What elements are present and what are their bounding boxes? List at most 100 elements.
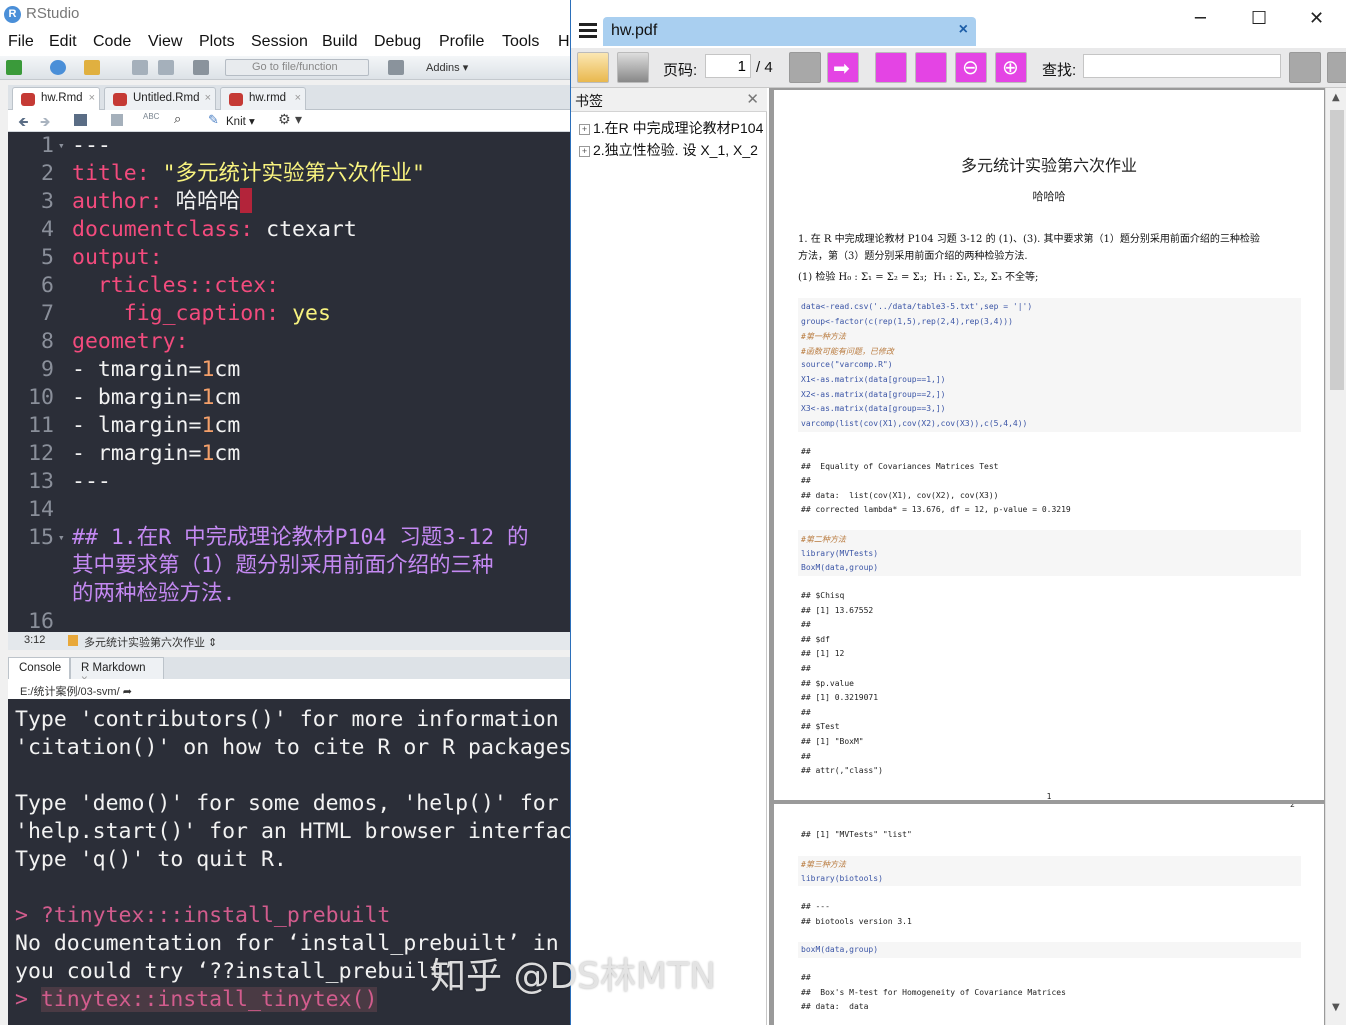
code-line[interactable]: 2 title: "多元统计实验第六次作业" <box>8 160 572 188</box>
zoom-out-icon[interactable]: ⊖ <box>955 52 987 83</box>
goto-dir-icon[interactable]: ➦ <box>123 686 132 698</box>
find-label: 查找: <box>1042 62 1077 79</box>
code-line[interactable]: 9 - tmargin=1cm <box>8 356 572 384</box>
tab-untitled-rmd[interactable]: Untitled.Rmd × <box>104 87 216 110</box>
tab-close-icon[interactable]: × <box>89 92 95 104</box>
print-icon[interactable] <box>617 52 649 83</box>
bookmark-item[interactable]: +1.在R 中完成理论教材P104 习题3-12 <box>579 118 765 138</box>
find-input[interactable] <box>1083 54 1281 78</box>
search-icon[interactable]: ⌕ <box>174 112 181 127</box>
code-line[interactable]: 16 <box>8 608 572 632</box>
menu-help[interactable]: H <box>558 33 570 51</box>
doc-title: 多元统计实验第六次作业 <box>960 156 1137 175</box>
spellcheck-icon[interactable]: ABC <box>143 112 159 121</box>
pdf-page-2: 2 ## [1] "MVTests" "list" #第三种方法 library(b… <box>774 804 1324 1025</box>
tab-hw-pdf[interactable]: hw.pdf × <box>603 17 976 46</box>
menu-debug[interactable]: Debug <box>374 33 421 51</box>
menu-plots[interactable]: Plots <box>199 33 235 51</box>
doc-author: 哈哈哈 <box>1032 190 1066 203</box>
show-in-window-icon[interactable] <box>74 114 87 126</box>
save-all-icon[interactable] <box>158 60 174 75</box>
line-number: 12 <box>28 441 54 466</box>
maximize-button[interactable]: ☐ <box>1251 8 1267 29</box>
scroll-up-icon[interactable]: ▲ <box>1332 92 1340 103</box>
knit-button[interactable]: Knit ▾ <box>226 114 255 128</box>
open-document-icon[interactable] <box>577 52 609 83</box>
code-line[interactable]: 14 <box>8 496 572 524</box>
code-line[interactable]: 7 fig_caption: yes <box>8 300 572 328</box>
code-line[interactable]: 15 ▾ ## 1.在R 中完成理论教材P104 习题3-12 的 <box>8 524 572 552</box>
code-line[interactable]: 的两种检验方法. <box>8 580 572 608</box>
console-line: 'help.start()' for an HTML browser inter… <box>15 818 572 846</box>
find-previous-icon[interactable] <box>1289 52 1321 83</box>
zoom-in-icon[interactable]: ⊕ <box>995 52 1027 83</box>
new-file-icon[interactable] <box>6 60 22 75</box>
fit-width-icon[interactable] <box>875 52 907 83</box>
code-line[interactable]: 6 rticles::ctex: <box>8 272 572 300</box>
code-token: cm <box>214 385 241 410</box>
code-line[interactable]: 10 - bmargin=1cm <box>8 384 572 412</box>
console-line: Type 'contributors()' for more informati… <box>15 706 559 734</box>
output-line: ## [1] 12 <box>801 649 845 659</box>
save-icon[interactable] <box>111 114 123 126</box>
code-line[interactable]: 13 --- <box>8 468 572 496</box>
code-line[interactable]: 5 output: <box>8 244 572 272</box>
next-page-icon[interactable]: ➡ <box>827 52 859 83</box>
tab-r-markdown[interactable]: R Markdown × <box>70 657 164 686</box>
fit-page-icon[interactable] <box>915 52 947 83</box>
expand-icon[interactable]: + <box>579 124 590 135</box>
addins-button[interactable]: Addins ▾ <box>426 61 468 74</box>
menu-session[interactable]: Session <box>251 33 308 51</box>
rstudio-window: R RStudio File Edit Code View Plots Sess… <box>0 0 572 1025</box>
knit-icon[interactable]: ✎ <box>208 113 219 128</box>
tab-hw-rmd-lower[interactable]: hw.rmd × <box>220 87 306 110</box>
code-line[interactable]: 11 - lmargin=1cm <box>8 412 572 440</box>
vertical-scrollbar[interactable]: ▲ ▼ <box>1325 88 1346 1025</box>
hamburger-menu-icon[interactable] <box>579 23 597 38</box>
code-text: rticles::ctex: <box>72 272 279 300</box>
code-line[interactable]: 12 - rmargin=1cm <box>8 440 572 468</box>
code-line[interactable]: 其中要求第（1）题分别采用前面介绍的三种 <box>8 552 572 580</box>
document-view[interactable]: 多元统计实验第六次作业 哈哈哈 1. 在 R 中完成理论教材 P104 习题 3… <box>769 88 1325 1025</box>
code-line[interactable]: 8 geometry: <box>8 328 572 356</box>
scrollbar-thumb[interactable] <box>1330 110 1344 390</box>
bookmark-item[interactable]: +2.独立性检验. 设 X_1, X_2 <box>579 140 765 160</box>
code-editor[interactable]: 1 ▾ --- 2 title: "多元统计实验第六次作业" 3 author: 哈哈哈 4 d… <box>8 132 572 632</box>
open-file-icon[interactable] <box>84 60 100 75</box>
expand-icon[interactable]: + <box>579 146 590 157</box>
tab-close-icon[interactable]: × <box>205 92 211 104</box>
tab-close-icon[interactable]: × <box>959 21 968 39</box>
menu-code[interactable]: Code <box>93 33 131 51</box>
menu-build[interactable]: Build <box>322 33 358 51</box>
minimize-button[interactable]: ─ <box>1195 8 1206 29</box>
close-button[interactable]: ✕ <box>1309 8 1324 29</box>
tab-hw-rmd[interactable]: hw.Rmd × <box>12 87 100 110</box>
output-line: ## [1] "BoxM" <box>801 737 864 746</box>
section-selector[interactable]: 多元统计实验第六次作业 ⇕ <box>84 634 217 650</box>
tab-close-icon[interactable]: × <box>295 92 301 104</box>
goto-file-input[interactable]: Go to file/function <box>225 59 369 76</box>
page-number-input[interactable]: 1 <box>705 54 751 78</box>
print-icon[interactable] <box>193 60 209 75</box>
menu-view[interactable]: View <box>148 33 182 51</box>
bookmarks-close-icon[interactable]: ✕ <box>746 90 759 108</box>
menu-profile[interactable]: Profile <box>439 33 484 51</box>
grid-layout-icon[interactable] <box>388 60 404 75</box>
code-line[interactable]: 3 author: 哈哈哈 <box>8 188 572 216</box>
menu-file[interactable]: File <box>8 33 34 51</box>
tab-console[interactable]: Console <box>8 657 70 679</box>
gear-icon[interactable]: ⚙ ▾ <box>278 112 302 128</box>
menu-tools[interactable]: Tools <box>502 33 539 51</box>
code-line[interactable]: 1 ▾ --- <box>8 132 572 160</box>
scroll-down-icon[interactable]: ▼ <box>1332 1002 1340 1013</box>
fold-arrow-icon[interactable]: ▾ <box>58 524 65 552</box>
new-project-icon[interactable] <box>50 60 66 75</box>
code-line: source("varcomp.R") <box>801 360 893 370</box>
menu-edit[interactable]: Edit <box>49 33 77 51</box>
fold-arrow-icon[interactable]: ▾ <box>58 132 65 160</box>
save-icon[interactable] <box>132 60 148 75</box>
find-next-icon[interactable] <box>1327 52 1346 83</box>
knit-label: Knit <box>226 116 246 128</box>
code-line[interactable]: 4 documentclass: ctexart <box>8 216 572 244</box>
previous-page-icon[interactable] <box>789 52 821 83</box>
